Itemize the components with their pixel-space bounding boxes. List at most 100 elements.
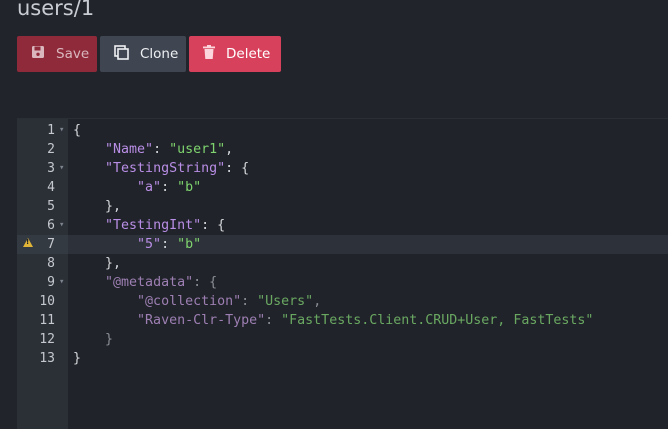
line-number-cell: 3 ▾ xyxy=(17,159,68,178)
line-number: 7 xyxy=(47,237,55,252)
code-text: "@collection": "Users", xyxy=(73,292,321,311)
json-punctuation: : xyxy=(153,142,170,157)
json-punctuation: } xyxy=(73,332,114,347)
json-punctuation xyxy=(73,237,137,252)
code-text: "a": "b" xyxy=(73,178,201,197)
code-line[interactable]: 11 "Raven-Clr-Type": "FastTests.Client.C… xyxy=(17,311,668,330)
code-text: } xyxy=(73,349,81,368)
code-text: "5": "b" xyxy=(73,235,201,254)
line-number-cell: 1 ▾ xyxy=(17,121,68,140)
json-punctuation xyxy=(73,142,105,157)
json-punctuation: } xyxy=(73,351,82,366)
code-text: }, xyxy=(73,197,121,216)
json-punctuation xyxy=(73,161,105,176)
line-number: 3 xyxy=(47,161,55,176)
line-number-cell: 6 ▾ xyxy=(17,216,68,235)
line-number-cell: 2 xyxy=(17,140,68,159)
floppy-disk-icon xyxy=(31,45,45,63)
clone-button[interactable]: Clone xyxy=(100,36,186,72)
json-punctuation: : xyxy=(241,294,258,309)
code-line[interactable]: 6 ▾ "TestingInt": { xyxy=(17,216,668,235)
json-punctuation xyxy=(73,313,137,328)
line-number-cell: 5 xyxy=(17,197,68,216)
line-number: 6 xyxy=(47,218,55,233)
line-number-cell: 13 xyxy=(17,349,68,368)
json-punctuation: { xyxy=(73,123,82,138)
json-punctuation xyxy=(73,218,105,233)
json-string: "Users" xyxy=(257,294,314,309)
code-line[interactable]: 8 }, xyxy=(17,254,668,273)
fold-arrow-icon[interactable]: ▾ xyxy=(59,273,64,292)
delete-button-label: Delete xyxy=(226,46,271,62)
json-key: "Name" xyxy=(105,142,154,157)
code-text: }, xyxy=(73,254,121,273)
code-line[interactable]: 7 "5": "b" xyxy=(17,235,668,254)
json-punctuation xyxy=(73,180,137,195)
code-text: "TestingInt": { xyxy=(73,216,225,235)
code-line[interactable]: 3 ▾ "TestingString": { xyxy=(17,159,668,178)
line-number: 1 xyxy=(47,123,55,138)
json-key: "@collection" xyxy=(137,294,242,309)
line-number: 9 xyxy=(47,275,55,290)
json-punctuation: : xyxy=(265,313,282,328)
line-number-cell: 10 xyxy=(17,292,68,311)
code-line[interactable]: 5 }, xyxy=(17,197,668,216)
line-number: 5 xyxy=(47,199,55,214)
json-key: "Raven-Clr-Type" xyxy=(137,313,266,328)
json-punctuation: }, xyxy=(73,199,122,214)
code-text: "@metadata": { xyxy=(73,273,217,292)
json-key: "TestingString" xyxy=(105,161,226,176)
line-number: 12 xyxy=(39,332,55,347)
code-line[interactable]: 2 "Name": "user1", xyxy=(17,140,668,159)
delete-button[interactable]: Delete xyxy=(189,36,281,72)
code-text: } xyxy=(73,330,113,349)
line-number-cell: 9 ▾ xyxy=(17,273,68,292)
save-button-label: Save xyxy=(56,46,90,62)
json-punctuation: , xyxy=(313,294,322,309)
code-line[interactable]: 4 "a": "b" xyxy=(17,178,668,197)
code-text: "Name": "user1", xyxy=(73,140,233,159)
line-number-cell: 8 xyxy=(17,254,68,273)
line-number: 13 xyxy=(39,351,55,366)
json-editor[interactable]: 1 ▾{2 "Name": "user1", 3 ▾ "TestingString":… xyxy=(17,118,668,429)
save-button[interactable]: Save xyxy=(17,36,97,72)
fold-arrow-icon[interactable]: ▾ xyxy=(59,121,64,140)
json-punctuation: : xyxy=(161,180,178,195)
clone-button-label: Clone xyxy=(140,46,179,62)
line-number-cell: 11 xyxy=(17,311,68,330)
json-punctuation xyxy=(73,275,105,290)
json-key: "5" xyxy=(137,237,162,252)
code-line[interactable]: 13} xyxy=(17,349,668,368)
document-title: users/1 xyxy=(17,0,95,20)
json-key: "@metadata" xyxy=(105,275,194,290)
line-number-cell: 4 xyxy=(17,178,68,197)
fold-arrow-icon[interactable]: ▾ xyxy=(59,159,64,178)
line-number: 4 xyxy=(47,180,55,195)
json-key: "a" xyxy=(137,180,162,195)
fold-arrow-icon[interactable]: ▾ xyxy=(59,216,64,235)
code-line[interactable]: 9 ▾ "@metadata": { xyxy=(17,273,668,292)
code-line[interactable]: 1 ▾{ xyxy=(17,121,668,140)
line-number: 8 xyxy=(47,256,55,271)
json-punctuation: : { xyxy=(225,161,250,176)
json-punctuation xyxy=(73,294,137,309)
line-number-cell: 7 xyxy=(17,235,68,254)
json-punctuation: : xyxy=(161,237,178,252)
line-number: 11 xyxy=(39,313,55,328)
json-punctuation: : { xyxy=(193,275,218,290)
code-text: { xyxy=(73,121,81,140)
line-number: 2 xyxy=(47,142,55,157)
json-string: "b" xyxy=(177,237,202,252)
json-string: "FastTests.Client.CRUD+User, FastTests" xyxy=(281,313,594,328)
json-punctuation: : { xyxy=(201,218,226,233)
code-line[interactable]: 12 } xyxy=(17,330,668,349)
trash-icon xyxy=(203,45,215,63)
json-key: "TestingInt" xyxy=(105,218,202,233)
code-line[interactable]: 10 "@collection": "Users", xyxy=(17,292,668,311)
code-text: "Raven-Clr-Type": "FastTests.Client.CRUD… xyxy=(73,311,593,330)
line-number-cell: 12 xyxy=(17,330,68,349)
copy-icon xyxy=(114,44,129,64)
json-punctuation: }, xyxy=(73,256,122,271)
json-punctuation: , xyxy=(225,142,234,157)
json-string: "b" xyxy=(177,180,202,195)
